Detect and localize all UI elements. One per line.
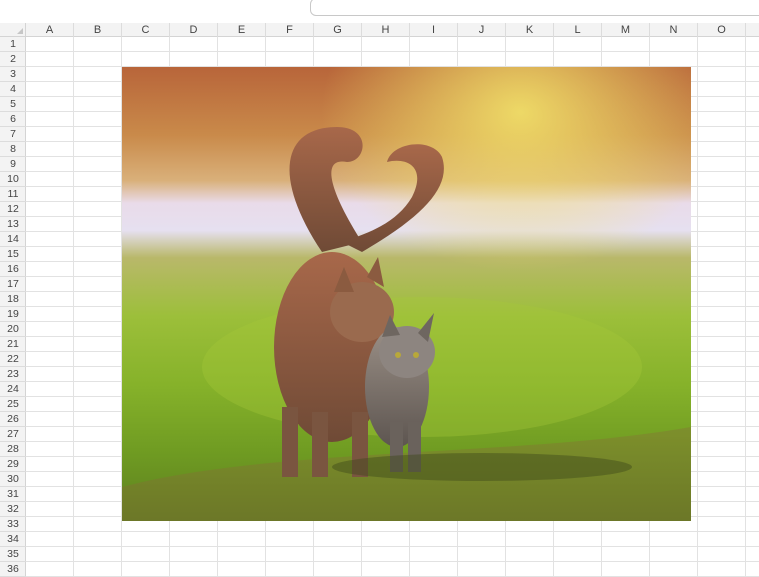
- column-headers: ABCDEFGHIJKLMNO: [26, 23, 759, 37]
- row-header-29[interactable]: 29: [0, 457, 26, 472]
- column-header-g[interactable]: G: [314, 23, 362, 37]
- embedded-photo[interactable]: [122, 67, 691, 521]
- formula-input[interactable]: [310, 0, 759, 16]
- row-header-7[interactable]: 7: [0, 127, 26, 142]
- row-header-30[interactable]: 30: [0, 472, 26, 487]
- row-header-14[interactable]: 14: [0, 232, 26, 247]
- row-header-4[interactable]: 4: [0, 82, 26, 97]
- column-header-e[interactable]: E: [218, 23, 266, 37]
- row-headers: 1 2 3 4 5 6 7 8 9 10 11 12 13 14 15 16 17 18 19 20 21 22 23 24 2…: [0, 37, 26, 577]
- column-header-a[interactable]: A: [26, 23, 74, 37]
- row-header-23[interactable]: 23: [0, 367, 26, 382]
- column-header-b[interactable]: B: [74, 23, 122, 37]
- row-header-18[interactable]: 18: [0, 292, 26, 307]
- column-header-n[interactable]: N: [650, 23, 698, 37]
- column-header-f[interactable]: F: [266, 23, 314, 37]
- row-header-27[interactable]: 27: [0, 427, 26, 442]
- column-header-m[interactable]: M: [602, 23, 650, 37]
- column-header-d[interactable]: D: [170, 23, 218, 37]
- row-header-3[interactable]: 3: [0, 67, 26, 82]
- row-header-20[interactable]: 20: [0, 322, 26, 337]
- row-header-31[interactable]: 31: [0, 487, 26, 502]
- row-header-15[interactable]: 15: [0, 247, 26, 262]
- row-header-5[interactable]: 5: [0, 97, 26, 112]
- column-header-i[interactable]: I: [410, 23, 458, 37]
- formula-bar-area: [0, 0, 759, 23]
- row-header-26[interactable]: 26: [0, 412, 26, 427]
- row-header-1[interactable]: 1: [0, 37, 26, 52]
- row-header-6[interactable]: 6: [0, 112, 26, 127]
- cats-photo-illustration: [122, 67, 691, 521]
- row-header-24[interactable]: 24: [0, 382, 26, 397]
- row-header-33[interactable]: 33: [0, 517, 26, 532]
- row-header-2[interactable]: 2: [0, 52, 26, 67]
- column-header-l[interactable]: L: [554, 23, 602, 37]
- row-header-22[interactable]: 22: [0, 352, 26, 367]
- row-header-16[interactable]: 16: [0, 262, 26, 277]
- column-header-h[interactable]: H: [362, 23, 410, 37]
- row-header-9[interactable]: 9: [0, 157, 26, 172]
- row-header-32[interactable]: 32: [0, 502, 26, 517]
- row-header-8[interactable]: 8: [0, 142, 26, 157]
- column-header-j[interactable]: J: [458, 23, 506, 37]
- select-all-corner[interactable]: [0, 23, 26, 37]
- row-header-11[interactable]: 11: [0, 187, 26, 202]
- row-header-25[interactable]: 25: [0, 397, 26, 412]
- column-header-o[interactable]: O: [698, 23, 746, 37]
- column-header-c[interactable]: C: [122, 23, 170, 37]
- column-header-k[interactable]: K: [506, 23, 554, 37]
- row-header-10[interactable]: 10: [0, 172, 26, 187]
- row-header-13[interactable]: 13: [0, 217, 26, 232]
- row-header-36[interactable]: 36: [0, 562, 26, 577]
- row-header-17[interactable]: 17: [0, 277, 26, 292]
- row-header-19[interactable]: 19: [0, 307, 26, 322]
- row-header-35[interactable]: 35: [0, 547, 26, 562]
- row-header-34[interactable]: 34: [0, 532, 26, 547]
- select-all-triangle-icon: [17, 28, 23, 34]
- row-header-28[interactable]: 28: [0, 442, 26, 457]
- row-header-12[interactable]: 12: [0, 202, 26, 217]
- row-header-21[interactable]: 21: [0, 337, 26, 352]
